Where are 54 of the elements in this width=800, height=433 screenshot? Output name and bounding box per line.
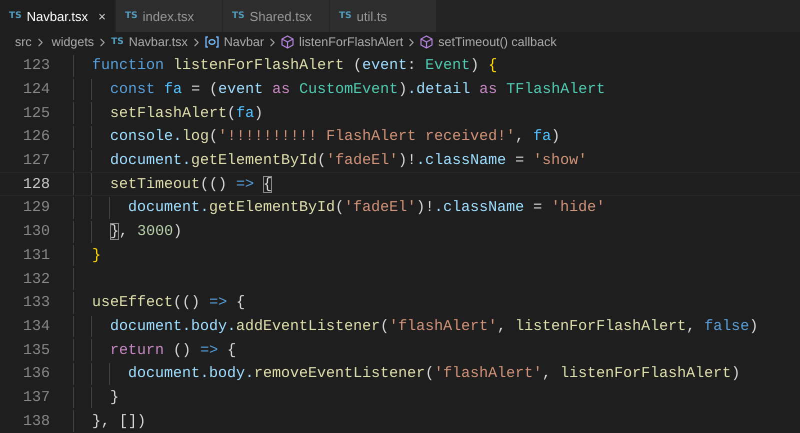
code-line: setTimeout(() => { [109,176,272,193]
cube-icon [420,35,434,49]
code-line: return () => { [109,342,236,359]
code-line: }, []) [91,412,146,430]
line-number: 126 [22,128,50,146]
code-line: const fa = (event as CustomEvent).detail as TFlashAlert [109,81,606,98]
code-line: document.getElementById('fadeEl')!.className = 'hide' [127,199,606,216]
code-line: } [91,246,102,264]
breadcrumb-item[interactable]: setTimeout() callback [438,35,557,49]
editor-tab[interactable]: TS Navbar.tsx × [0,0,116,32]
tab-label: util.ts [356,8,388,24]
line-number: 123 [22,57,50,74]
editor-tab[interactable]: TS Shared.tsx [223,0,330,32]
tab-label: index.tsx [142,8,194,24]
tab-label: Shared.tsx [250,8,312,24]
line-number: 132 [22,270,50,288]
code-line: document.getElementById('fadeEl')!.className = 'show' [109,152,588,170]
typescript-file-icon: TS [339,11,352,21]
line-number: 129 [22,199,50,216]
tab-label: Navbar.tsx [26,8,88,24]
line-number: 131 [22,246,50,264]
code-line: function listenForFlashAlert (event: Event) { [91,57,498,74]
breadcrumb-item[interactable]: src [15,35,32,49]
code-line: useEffect(() => { [91,294,246,312]
code-line: document.body.removeEventListener('flashAlert', listenForFlashAlert) [127,365,740,382]
line-number: 133 [22,294,50,312]
line-number: 124 [22,81,50,98]
code-line: document.body.addEventListener('flashAlert', listenForFlashAlert, false) [109,318,758,335]
typescript-file-icon: TS [125,11,138,21]
line-number: 134 [22,318,50,335]
line-number: 127 [22,152,50,170]
breadcrumb-item[interactable]: listenForFlashAlert [299,35,404,49]
line-number: 137 [22,388,50,406]
editor-tab[interactable]: TS index.tsx [116,0,222,32]
code-line: } [109,388,120,406]
line-number: 138 [22,412,50,430]
typescript-file-icon: TS [9,11,22,21]
variable-icon [204,36,219,48]
code-line: setFlashAlert(fa) [109,104,264,122]
line-number: 136 [22,365,50,382]
typescript-file-icon: TS [232,11,245,21]
line-number: 128 [22,176,50,193]
line-number: 130 [22,223,50,240]
line-number: 125 [22,104,50,122]
line-number: 135 [22,342,50,359]
cube-icon [281,35,294,49]
typescript-file-icon: TS [111,37,124,47]
breadcrumb-item[interactable]: Navbar.tsx [128,35,188,49]
close-button[interactable]: × [95,9,110,23]
code-line: }, 3000) [109,223,182,240]
breadcrumb-item[interactable]: Navbar [224,35,264,49]
code-line: console.log('!!!!!!!!!! FlashAlert received!', fa) [109,128,560,146]
editor-tab[interactable]: TS util.ts [330,0,436,32]
breadcrumb-item[interactable]: widgets [52,35,94,49]
